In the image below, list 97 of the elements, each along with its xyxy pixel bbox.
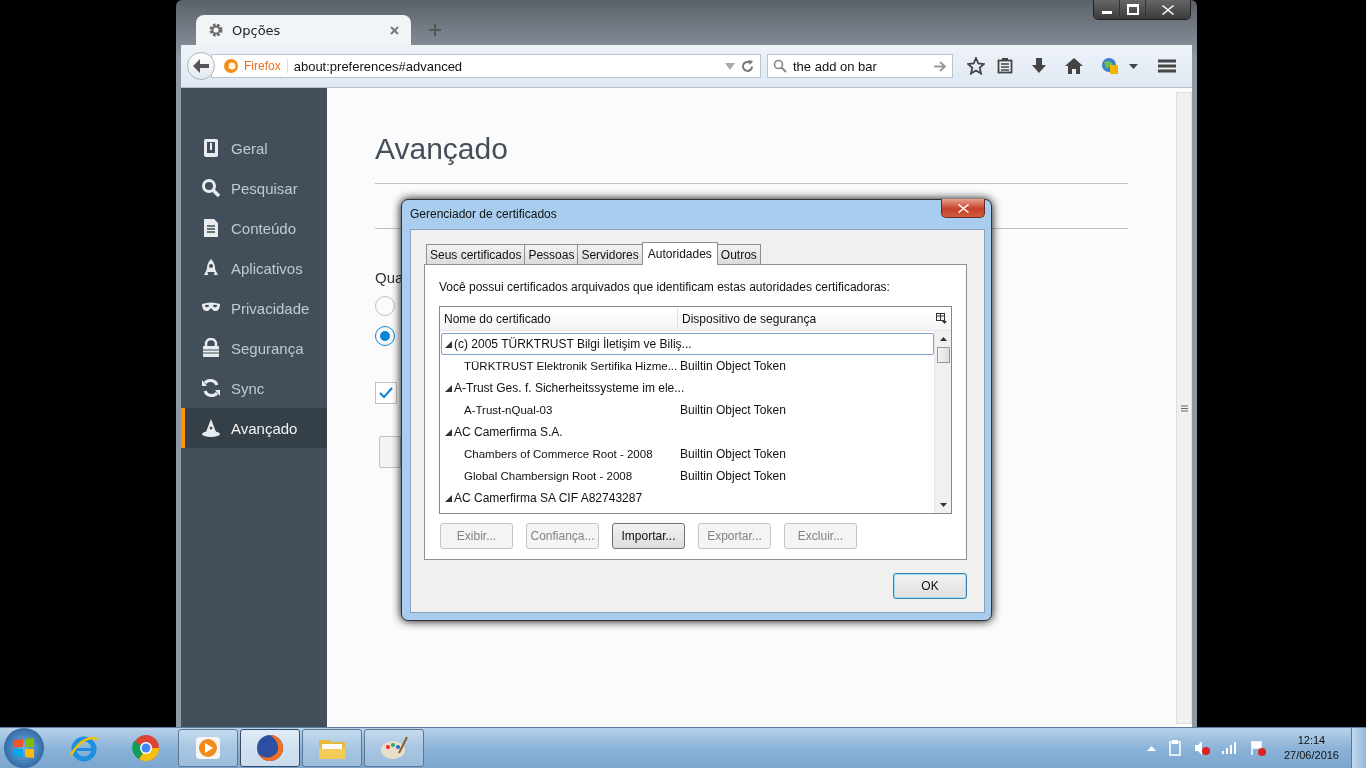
speaker-muted-icon[interactable] — [1193, 740, 1210, 756]
minimize-button[interactable] — [1094, 0, 1120, 19]
table-cell-text: Chambers of Commerce Root - 2008 — [463, 448, 654, 460]
search-icon — [201, 178, 221, 198]
scrollbar[interactable] — [934, 331, 951, 513]
menu-icon[interactable] — [1158, 59, 1176, 73]
download-icon[interactable] — [1031, 58, 1047, 74]
wizard-hat-icon — [201, 418, 221, 438]
globe-icon[interactable] — [1101, 57, 1119, 75]
expand-icon[interactable] — [445, 340, 452, 348]
radio-button[interactable] — [375, 296, 395, 316]
sidebar-item[interactable]: Geral — [181, 128, 327, 168]
expand-icon[interactable] — [445, 494, 452, 502]
reading-list-icon[interactable] — [997, 58, 1013, 74]
scroll-thumb[interactable] — [936, 347, 950, 363]
ok-button[interactable]: OK — [893, 573, 967, 599]
dialog-title: Gerenciador de certificados — [410, 207, 557, 221]
tree-row[interactable]: A-Trust Ges. f. Sicherheitssysteme im ele... — [441, 377, 934, 399]
column-header[interactable]: Nome do certificado — [440, 307, 678, 330]
expand-icon[interactable] — [445, 384, 452, 392]
close-icon[interactable] — [390, 25, 399, 35]
back-button[interactable] — [187, 52, 215, 80]
table-cell-text: A-Trust-nQual-03 — [463, 404, 554, 416]
table-cell-text: TÜRKTRUST Elektronik Sertifika Hizme... — [463, 360, 679, 372]
sidebar-item[interactable]: Avançado — [181, 408, 327, 448]
gear-icon — [208, 22, 224, 38]
radio-button[interactable] — [375, 326, 395, 346]
table-cell: Builtin Object Token — [680, 469, 786, 483]
maximize-button[interactable] — [1120, 0, 1146, 19]
dialog-button[interactable]: Importar... — [612, 523, 685, 549]
check-icon — [379, 387, 393, 399]
media-player-icon[interactable] — [178, 729, 238, 767]
sidebar-item[interactable]: Aplicativos — [181, 248, 327, 288]
url-text: about:preferences#advanced — [293, 58, 464, 74]
firefox-icon — [224, 59, 238, 73]
tab-title: Opções — [232, 22, 282, 38]
star-icon[interactable] — [967, 57, 985, 75]
clock-date: 27/06/2016 — [1283, 748, 1339, 763]
firefox-icon[interactable] — [240, 729, 300, 767]
dialog-tab[interactable]: Seus certificados — [426, 244, 526, 264]
close-button[interactable] — [1146, 0, 1190, 19]
search-icon — [773, 59, 787, 73]
flag-icon[interactable] — [1249, 740, 1266, 756]
table-cell: Builtin Object Token — [680, 359, 786, 373]
close-icon — [1162, 4, 1174, 15]
scroll-up-icon[interactable] — [939, 337, 947, 341]
folder-icon[interactable] — [302, 729, 362, 767]
home-icon[interactable] — [1065, 58, 1083, 74]
column-header[interactable]: Dispositivo de segurança — [678, 307, 932, 330]
arrow-icon[interactable] — [934, 60, 947, 72]
dialog-tab[interactable]: Outros — [716, 244, 761, 264]
sidebar-item[interactable]: Segurança — [181, 328, 327, 368]
dialog-tab[interactable]: Autoridades — [641, 242, 718, 265]
address-field[interactable]: Firefox about:preferences#advanced — [211, 54, 761, 78]
scroll-down-icon[interactable] — [939, 503, 947, 507]
lock-icon — [201, 338, 221, 358]
tree-row[interactable]: (c) 2005 TÜRKTRUST Bilgi İletişim ve Biliş... — [441, 333, 934, 355]
rocket-icon — [201, 258, 221, 278]
scrollbar[interactable] — [1176, 92, 1192, 724]
dialog-tab[interactable]: Servidores — [577, 244, 643, 264]
close-button[interactable] — [941, 199, 985, 218]
checkbox[interactable] — [375, 382, 397, 404]
column-picker-icon[interactable] — [936, 313, 947, 324]
sidebar-item[interactable]: Conteúdo — [181, 208, 327, 248]
expand-icon[interactable] — [445, 428, 452, 436]
palette-icon[interactable] — [364, 729, 424, 767]
close-icon — [957, 203, 969, 213]
show-desktop-button[interactable] — [1351, 728, 1366, 768]
sync-icon — [201, 378, 221, 398]
tree-row[interactable]: AC Camerfirma SA CIF A82743287 — [441, 487, 934, 509]
reload-icon[interactable] — [741, 59, 754, 73]
document-icon — [201, 218, 221, 238]
search-field[interactable]: the add on bar — [767, 54, 953, 78]
phone-icon — [201, 138, 221, 158]
browser-tab[interactable]: Opções — [196, 15, 411, 45]
tree-row[interactable]: AC Camerfirma S.A. — [441, 421, 934, 443]
caret-icon[interactable] — [1129, 63, 1138, 69]
start-button[interactable] — [4, 728, 44, 768]
group-name: AC Camerfirma SA CIF A82743287 — [454, 491, 643, 505]
group-name: AC Camerfirma S.A. — [454, 425, 563, 439]
table-cell-text: Global Chambersign Root - 2008 — [463, 470, 634, 482]
identity-label: Firefox — [244, 59, 288, 73]
windows-logo-icon — [13, 737, 35, 759]
table-cell: Builtin Object Token — [680, 403, 786, 417]
sidebar-item[interactable]: Privacidade — [181, 288, 327, 328]
grip-icon — [1180, 404, 1188, 412]
sidebar-item[interactable]: Pesquisar — [181, 168, 327, 208]
group-name: A-Trust Ges. f. Sicherheitssysteme im ele... — [454, 381, 685, 395]
table-cell: Builtin Object Token — [680, 447, 786, 461]
page-title: Avançado — [375, 132, 509, 167]
clock-time: 12:14 — [1297, 733, 1326, 748]
back-arrow-icon — [193, 59, 209, 73]
clock[interactable]: 12:14 27/06/2016 — [1283, 733, 1339, 763]
dialog-tab[interactable]: Pessoas — [524, 244, 579, 264]
page-button[interactable] — [379, 436, 401, 468]
group-name: (c) 2005 TÜRKTRUST Bilgi İletişim ve Biliş... — [454, 337, 692, 351]
sidebar-item[interactable]: Sync — [181, 368, 327, 408]
